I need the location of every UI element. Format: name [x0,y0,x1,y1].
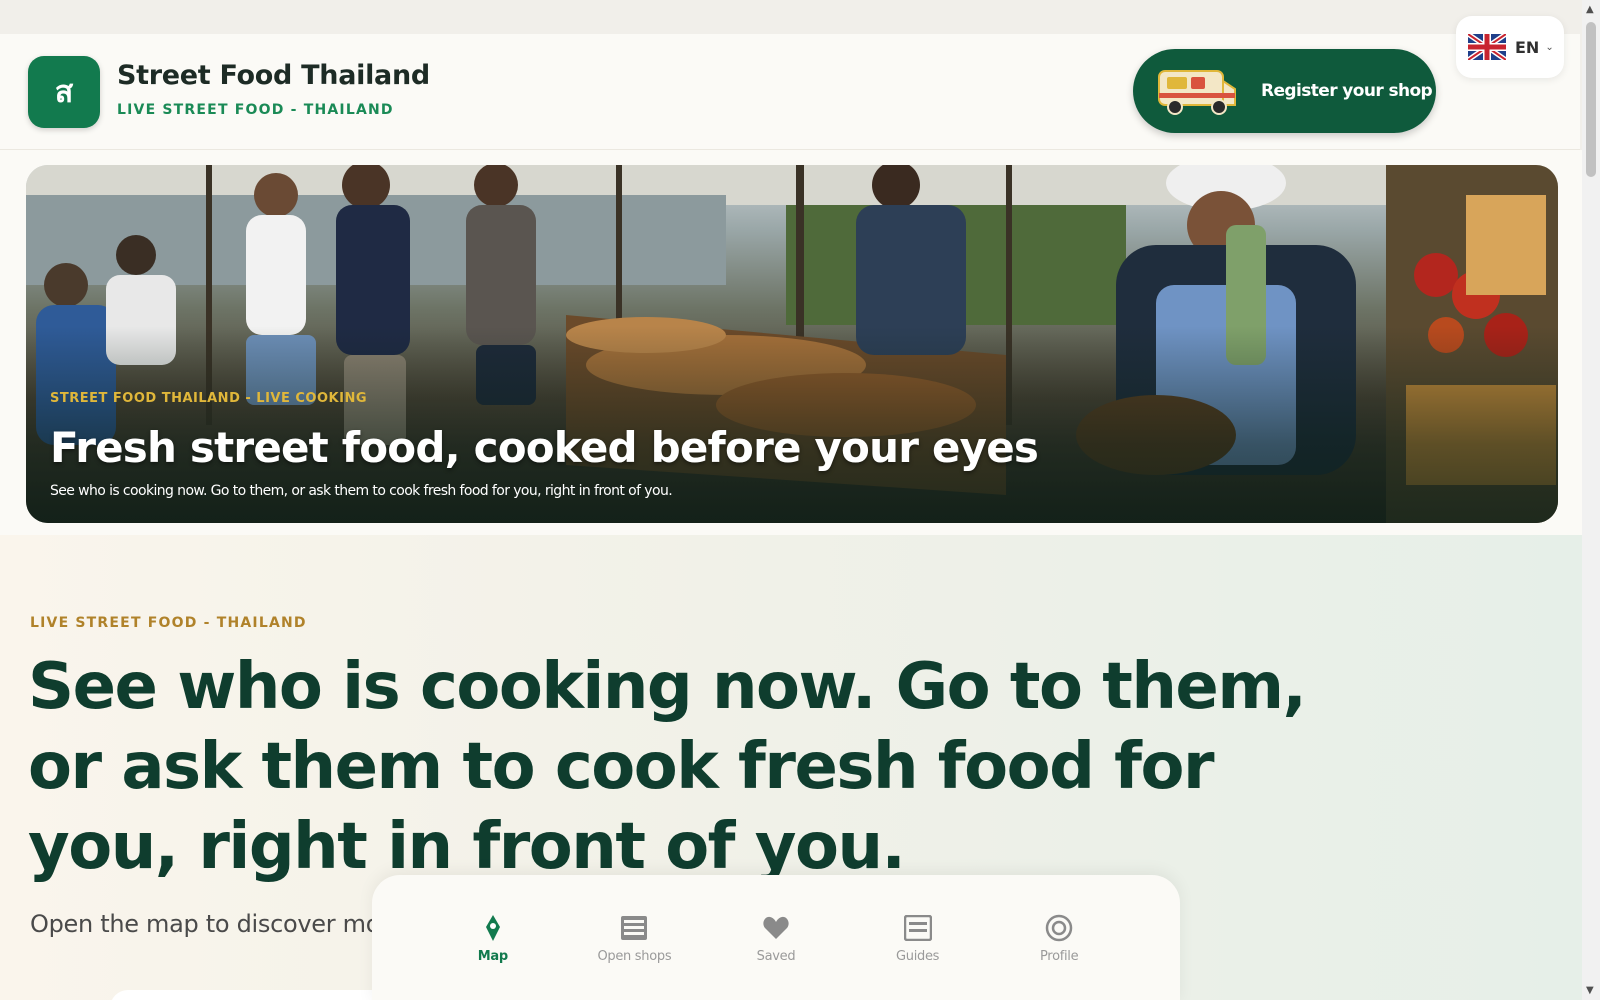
nav-label-saved: Saved [756,949,796,964]
nav-label-open-shops: Open shops [597,949,672,964]
hero-description: See who is cooking now. Go to them, or a… [50,483,673,499]
profile-icon [1044,913,1074,943]
guide-icon [903,913,933,943]
page-scrollbar[interactable]: ▲ ▼ [1582,0,1600,1000]
hero-section: STREET FOOD THAILAND - LIVE COOKING Fres… [0,150,1582,535]
map-pin-icon [478,913,508,943]
intro-subtext: Open the map to discover mo [30,910,381,938]
hero-banner[interactable]: STREET FOOD THAILAND - LIVE COOKING Fres… [26,165,1558,523]
nav-label-guides: Guides [896,949,940,964]
nav-label-map: Map [477,949,508,964]
language-code: EN [1515,37,1540,57]
nav-item-guides[interactable]: Guides [863,913,973,1000]
bottom-nav: Map Open shops Saved Guides Profile [372,875,1180,1000]
language-selector[interactable]: EN ⌄ [1456,16,1564,78]
register-shop-button[interactable]: Register your shop [1133,49,1436,133]
scroll-up-icon[interactable]: ▲ [1586,4,1594,15]
chevron-down-icon: ⌄ [1545,41,1554,53]
scrollbar-thumb[interactable] [1586,22,1596,177]
nav-item-open-shops[interactable]: Open shops [579,913,689,1000]
intro-kicker: LIVE STREET FOOD - THAILAND [30,615,307,631]
heart-icon [761,913,791,943]
logo-glyph: ส [54,74,74,110]
hero-title: Fresh street food, cooked before your ey… [50,423,1039,472]
intro-headline: See who is cooking now. Go to them, or a… [28,650,1307,884]
hero-kicker: STREET FOOD THAILAND - LIVE COOKING [50,391,367,406]
nav-label-profile: Profile [1040,949,1079,964]
scroll-down-icon[interactable]: ▼ [1586,985,1594,996]
food-truck-icon [1158,70,1236,115]
brand-logo[interactable]: ส [28,56,100,128]
shop-list-icon [619,913,649,943]
nav-item-profile[interactable]: Profile [1004,913,1114,1000]
nav-item-map[interactable]: Map [438,913,548,1000]
top-bar: ส Street Food Thailand LIVE STREET FOOD … [0,34,1580,150]
uk-flag-icon [1468,34,1506,60]
brand-tagline: LIVE STREET FOOD - THAILAND [117,102,394,118]
brand-name[interactable]: Street Food Thailand [117,60,430,91]
nav-item-saved[interactable]: Saved [721,913,831,1000]
register-shop-label: Register your shop [1261,81,1433,101]
